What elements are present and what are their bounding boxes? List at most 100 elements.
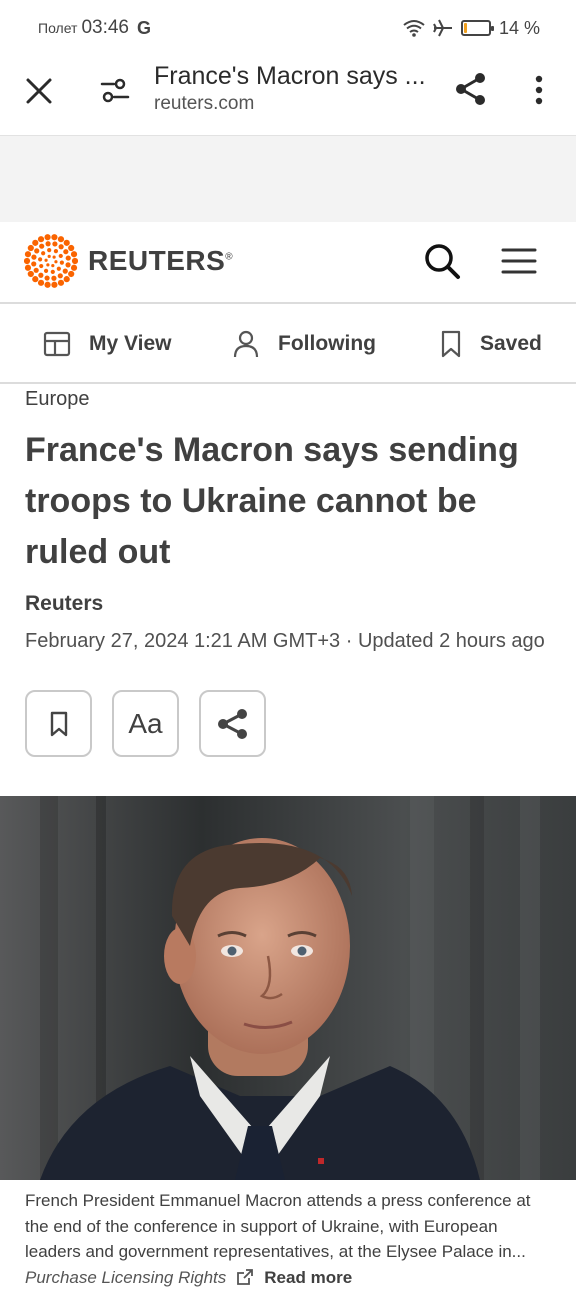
- status-bar: Полет 03:46 G 14 %: [0, 0, 576, 56]
- logo-dot: [51, 234, 57, 240]
- share-article-button[interactable]: [199, 690, 266, 757]
- logo-dot: [39, 264, 43, 268]
- font-size-button[interactable]: Aa: [112, 690, 179, 757]
- logo-dot: [38, 257, 42, 261]
- site-header: REUTERS®: [0, 222, 576, 304]
- logo-dot: [51, 264, 54, 267]
- close-icon[interactable]: [22, 74, 56, 108]
- wifi-icon: [403, 19, 425, 37]
- logo-dot: [59, 244, 64, 249]
- reuters-logo[interactable]: REUTERS®: [24, 234, 233, 288]
- nav-my-view[interactable]: My View: [43, 304, 171, 384]
- logo-dot: [32, 276, 38, 282]
- logo-dot: [51, 282, 57, 288]
- logo-dot: [65, 262, 70, 267]
- logo-dot: [71, 251, 77, 257]
- clock: 03:46: [81, 17, 129, 39]
- logo-dot: [54, 260, 57, 263]
- logo-dot: [46, 263, 49, 266]
- bookmark-icon: [49, 711, 69, 737]
- hamburger-menu-icon[interactable]: [500, 244, 538, 278]
- sub-navigation: My View Following Saved: [0, 304, 576, 384]
- logo-dot: [53, 255, 56, 258]
- brand-name: REUTERS: [88, 245, 225, 276]
- logo-dot: [58, 280, 64, 286]
- article-headline: France's Macron says sending troops to U…: [25, 425, 560, 578]
- share-icon[interactable]: [452, 70, 490, 108]
- logo-dot: [32, 240, 38, 246]
- article-dateline: February 27, 2024 1:21 AM GMT+3 · Update…: [25, 630, 560, 653]
- logo-dot: [24, 258, 30, 264]
- logo-dot: [68, 245, 74, 251]
- google-status-icon: G: [137, 18, 151, 39]
- logo-dot: [28, 245, 34, 251]
- brand-wordmark: REUTERS®: [88, 245, 233, 277]
- person-icon: [232, 330, 260, 358]
- logo-dot: [39, 244, 44, 249]
- logo-dot: [31, 261, 36, 266]
- nav-following-label: Following: [278, 332, 376, 356]
- share-icon: [215, 706, 251, 742]
- logo-dot: [25, 265, 31, 271]
- battery-percent: 14 %: [499, 18, 540, 39]
- logo-dot: [45, 275, 50, 280]
- logo-dot: [44, 234, 50, 240]
- logo-dot: [34, 268, 39, 273]
- browser-toolbar: France's Macron says ... reuters.com: [0, 56, 576, 136]
- tab-title-block[interactable]: France's Macron says ... reuters.com: [154, 62, 439, 115]
- logo-dot: [34, 248, 39, 253]
- logo-dot: [68, 271, 74, 277]
- logo-dot: [54, 249, 58, 253]
- nav-saved[interactable]: Saved: [440, 304, 542, 384]
- article-actions: Aa: [25, 690, 266, 757]
- logo-dot: [63, 249, 68, 254]
- nav-following[interactable]: Following: [232, 304, 376, 384]
- photo-caption: French President Emmanuel Macron attends…: [25, 1188, 555, 1290]
- logo-dot: [63, 269, 68, 274]
- more-options-icon[interactable]: [526, 72, 552, 108]
- logo-dot: [64, 240, 70, 246]
- carrier-label: Полет: [38, 20, 77, 36]
- article-byline[interactable]: Reuters: [25, 592, 560, 616]
- article-photo[interactable]: [0, 796, 576, 1180]
- ad-placeholder: [0, 136, 576, 222]
- section-link[interactable]: Europe: [25, 388, 560, 411]
- logo-dot: [71, 265, 77, 271]
- logo-dot: [51, 270, 55, 274]
- logo-dot: [59, 254, 63, 258]
- logo-dot: [58, 273, 63, 278]
- tab-title: France's Macron says ...: [154, 62, 439, 91]
- logo-dot: [44, 282, 50, 288]
- logo-dot: [28, 271, 34, 277]
- logo-dot: [25, 251, 31, 257]
- logo-dot: [44, 259, 47, 262]
- logo-dot: [64, 276, 70, 282]
- photo-illustration: [0, 796, 576, 1180]
- layout-icon: [43, 330, 71, 358]
- site-settings-icon[interactable]: [98, 74, 132, 108]
- logo-dot: [58, 236, 64, 242]
- external-link-icon: [236, 1268, 254, 1286]
- logo-dot: [66, 255, 71, 260]
- search-icon[interactable]: [422, 241, 462, 281]
- save-article-button[interactable]: [25, 690, 92, 757]
- purchase-licensing-link[interactable]: Purchase Licensing Rights: [25, 1265, 226, 1290]
- logo-dot: [52, 241, 57, 246]
- logo-dot: [72, 258, 78, 264]
- caption-text: French President Emmanuel Macron attends…: [25, 1188, 555, 1265]
- logo-dot: [31, 255, 36, 260]
- logo-dot: [48, 255, 51, 258]
- logo-dot: [47, 248, 51, 252]
- nav-my-view-label: My View: [89, 332, 171, 356]
- logo-dot: [38, 236, 44, 242]
- logo-dot: [38, 280, 44, 286]
- logo-dot: [60, 261, 64, 265]
- font-size-label: Aa: [128, 708, 162, 740]
- registered-mark: ®: [225, 252, 233, 263]
- read-more-link[interactable]: Read more: [264, 1265, 352, 1290]
- battery-icon: [461, 20, 491, 36]
- nav-saved-label: Saved: [480, 332, 542, 356]
- logo-dot: [57, 267, 61, 271]
- logo-dot: [51, 276, 56, 281]
- logo-dot: [44, 269, 48, 273]
